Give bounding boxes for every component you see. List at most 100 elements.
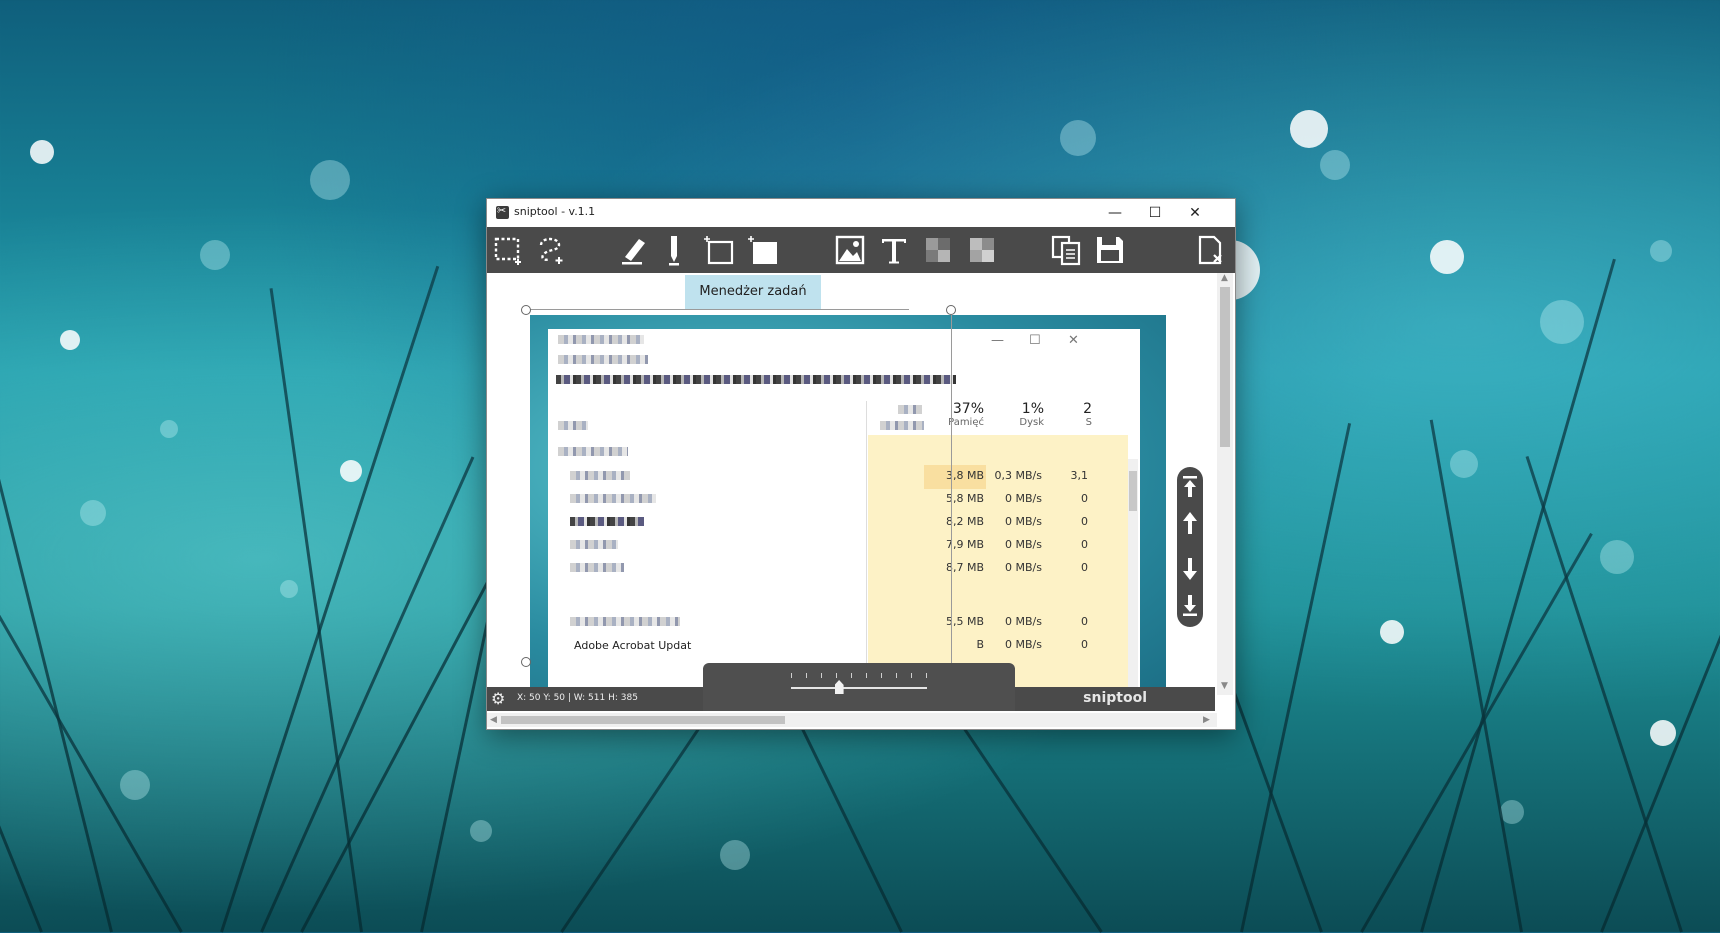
network-cell: 3,1 [1070, 469, 1089, 482]
toolbar [487, 227, 1235, 273]
disk-cell: 0 MB/s [1005, 538, 1042, 551]
bokeh-light [160, 420, 178, 438]
title-bar[interactable]: sniptool - v.1.1 — ☐ ✕ [487, 199, 1235, 227]
bokeh-light [1450, 450, 1478, 478]
bokeh-light [1540, 300, 1584, 344]
scroll-right-arrow-icon[interactable]: ▶ [1203, 715, 1210, 725]
zoom-tick [881, 673, 882, 678]
selection-handle[interactable] [521, 305, 531, 315]
horizontal-scrollbar[interactable]: ◀ ▶ [487, 713, 1217, 727]
brand-logo: sniptool [1083, 690, 1147, 706]
network-cell: 0 [1081, 638, 1088, 651]
pixelated-text [558, 447, 628, 456]
tm-minimize-icon: — [991, 333, 1004, 348]
bokeh-light [1650, 240, 1672, 262]
freehand-select-icon[interactable] [531, 232, 569, 268]
bokeh-light [1320, 150, 1350, 180]
bokeh-light [1430, 240, 1464, 274]
text-icon[interactable] [875, 232, 913, 268]
zoom-tick [851, 673, 852, 678]
memory-cell: 8,7 MB [945, 561, 984, 574]
marker-icon[interactable] [655, 232, 693, 268]
disk-cell: 0 MB/s [1005, 492, 1042, 505]
network-cell: 0 [1081, 538, 1088, 551]
network-cell: 0 [1081, 492, 1088, 505]
selection-edge [525, 309, 909, 310]
minimize-button[interactable]: — [1095, 199, 1135, 227]
disk-cell: 0 MB/s [1005, 515, 1042, 528]
scroll-down-icon[interactable] [1177, 551, 1203, 587]
selection-handle[interactable] [521, 657, 531, 667]
selection-edge [951, 315, 952, 695]
maximize-button[interactable]: ☐ [1135, 199, 1175, 227]
image-icon[interactable] [831, 232, 869, 268]
copy-icon[interactable] [1047, 232, 1085, 268]
window-name-tooltip: Menedżer zadań [685, 275, 821, 309]
scroll-bottom-icon[interactable] [1177, 587, 1203, 623]
bokeh-light [200, 240, 230, 270]
vertical-scrollbar[interactable]: ▲ ▼ [1217, 273, 1233, 695]
pixelated-process-name [570, 563, 624, 572]
memory-column-header[interactable]: 37% Pamięć [926, 401, 984, 428]
bokeh-light [120, 770, 150, 800]
grass-blade [1600, 338, 1720, 933]
zoom-slider-thumb[interactable] [834, 680, 844, 694]
disk-cell: 0 MB/s [1005, 615, 1042, 628]
grass-blade [1360, 532, 1593, 933]
canvas-area[interactable]: Menedżer zadań — ☐ ✕ 37% Pamięć 1% Dysk … [487, 273, 1215, 695]
vertical-scroll-thumb[interactable] [1220, 287, 1230, 447]
pixelated-process-name [570, 471, 630, 480]
rectangle-fill-icon[interactable] [745, 232, 783, 268]
network-cell: 0 [1081, 615, 1088, 628]
pixelated-process-name [570, 517, 644, 526]
pixelated-text [558, 335, 644, 344]
network-cell: 0 [1081, 561, 1088, 574]
rectangle-outline-icon[interactable] [701, 232, 739, 268]
close-button[interactable]: ✕ [1175, 199, 1215, 227]
save-icon[interactable] [1091, 232, 1129, 268]
blur-icon[interactable] [919, 232, 957, 268]
scroll-down-arrow-icon[interactable]: ▼ [1221, 681, 1228, 691]
close-file-icon[interactable] [1191, 232, 1229, 268]
grass-blade [0, 330, 113, 933]
bokeh-light [1600, 540, 1634, 574]
bokeh-light [720, 840, 750, 870]
gear-icon[interactable]: ⚙ [491, 689, 505, 708]
pixelate-icon[interactable] [963, 232, 1001, 268]
pencil-icon[interactable] [615, 232, 653, 268]
scroll-left-arrow-icon[interactable]: ◀ [490, 715, 497, 725]
bokeh-light [30, 140, 54, 164]
zoom-panel [703, 663, 1015, 711]
sniptool-window: sniptool - v.1.1 — ☐ ✕ [486, 198, 1236, 730]
tm-maximize-icon: ☐ [1029, 333, 1041, 348]
zoom-tick [866, 673, 867, 678]
disk-column-header[interactable]: 1% Dysk [988, 401, 1044, 428]
rect-select-icon[interactable] [489, 232, 527, 268]
selection-handle[interactable] [946, 305, 956, 315]
pixelated-text [558, 421, 588, 430]
bokeh-light [80, 500, 106, 526]
zoom-tick [911, 673, 912, 678]
scroll-up-icon[interactable] [1177, 505, 1203, 541]
memory-cell: B [976, 638, 984, 651]
zoom-slider-track[interactable] [791, 687, 927, 689]
bokeh-light [1380, 620, 1404, 644]
network-cell: 0 [1081, 515, 1088, 528]
grass-blade [269, 288, 363, 933]
grass-blade [220, 265, 440, 933]
grass-blade [1525, 456, 1683, 933]
captured-screenshot[interactable]: — ☐ ✕ 37% Pamięć 1% Dysk 2 S 3,8 MB 0,3 … [530, 315, 1166, 695]
bokeh-light [310, 160, 350, 200]
scroll-up-arrow-icon[interactable]: ▲ [1221, 273, 1228, 283]
memory-cell: 7,9 MB [945, 538, 984, 551]
scroll-top-icon[interactable] [1177, 469, 1203, 505]
bokeh-light [1650, 720, 1676, 746]
pixelated-process-name [570, 540, 618, 549]
network-column-header[interactable]: 2 S [1048, 401, 1092, 428]
selection-coordinates: X: 50 Y: 50 | W: 511 H: 385 [517, 693, 638, 703]
grass-blade [260, 456, 475, 933]
memory-cell: 5,5 MB [945, 615, 984, 628]
zoom-tick [836, 673, 837, 678]
horizontal-scroll-thumb[interactable] [501, 716, 785, 724]
zoom-tick [791, 673, 792, 678]
